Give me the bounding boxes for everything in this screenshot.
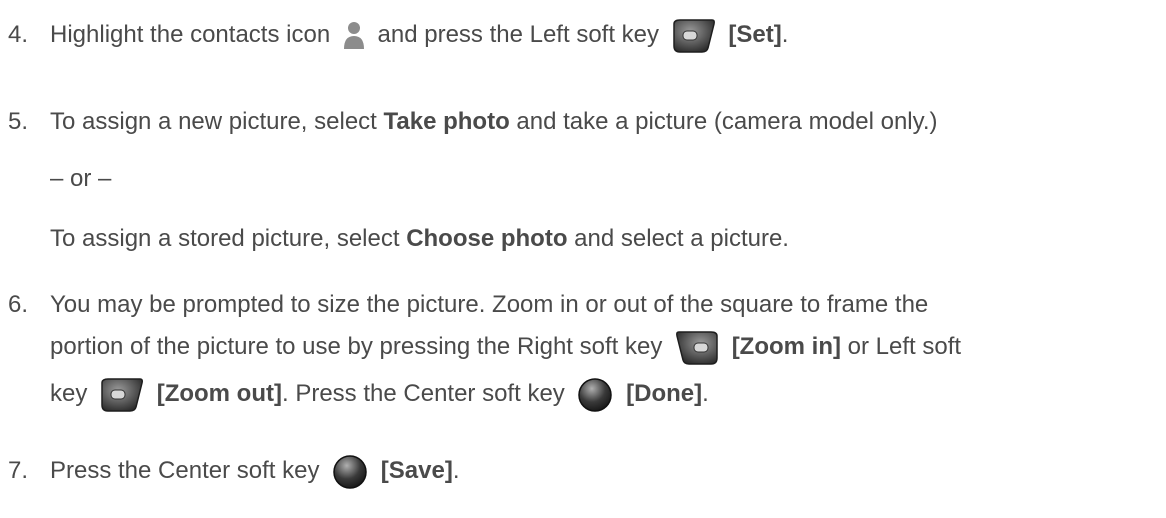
softkey-label: [Zoom out] bbox=[156, 380, 282, 407]
softkey-label: [Done] bbox=[626, 380, 703, 407]
softkey-label: [Set] bbox=[728, 21, 782, 48]
step-text: You may be prompted to size the picture.… bbox=[50, 291, 929, 318]
step-number: 5. bbox=[8, 108, 29, 135]
step-text: and press the Left soft key bbox=[377, 21, 660, 48]
step-text: Press the Center soft key bbox=[50, 457, 320, 484]
step-text: To assign a new picture, select bbox=[50, 108, 377, 135]
step-text: portion of the picture to use by pressin… bbox=[50, 333, 663, 360]
left-soft-key-icon bbox=[672, 18, 716, 54]
punctuation: . bbox=[781, 21, 789, 48]
step-4: 4. Highlight the contacts icon and press … bbox=[8, 12, 788, 58]
option-take-photo: Take photo bbox=[383, 108, 510, 135]
step-text: or Left soft bbox=[847, 333, 962, 360]
step-number: 6. bbox=[8, 291, 29, 318]
center-key-icon bbox=[577, 377, 613, 413]
punctuation: . bbox=[702, 380, 709, 407]
step-text: and take a picture (camera model only.) bbox=[516, 108, 938, 135]
step-7: 7. Press the Center soft key [Save]. bbox=[8, 448, 460, 494]
step-text: and select a picture. bbox=[574, 225, 789, 252]
person-icon bbox=[343, 21, 365, 51]
softkey-label: [Zoom in] bbox=[731, 333, 841, 360]
softkey-label: [Save] bbox=[380, 457, 453, 484]
step-6-line-2: portion of the picture to use by pressin… bbox=[50, 324, 961, 370]
step-number: 7. bbox=[8, 457, 29, 484]
or-separator: – or – bbox=[50, 165, 112, 192]
step-text: . Press the Center soft key bbox=[282, 380, 565, 407]
step-5: 5. To assign a new picture, select Take p… bbox=[8, 99, 938, 145]
step-6-line-3: key [Zoom out]. Press the Center soft ke… bbox=[50, 371, 709, 417]
punctuation: . bbox=[452, 457, 460, 484]
left-soft-key-icon bbox=[100, 377, 144, 413]
right-soft-key-icon bbox=[675, 330, 719, 366]
step-6: 6. You may be prompted to size the pictur… bbox=[8, 282, 928, 328]
step-number: 4. bbox=[8, 21, 29, 48]
step-5-alternative: To assign a stored picture, select Choos… bbox=[50, 216, 789, 262]
step-text: To assign a stored picture, select bbox=[50, 225, 400, 252]
step-text: key bbox=[50, 380, 88, 407]
option-choose-photo: Choose photo bbox=[406, 225, 568, 252]
step-text: Highlight the contacts icon bbox=[50, 21, 331, 48]
center-key-icon bbox=[332, 454, 368, 490]
